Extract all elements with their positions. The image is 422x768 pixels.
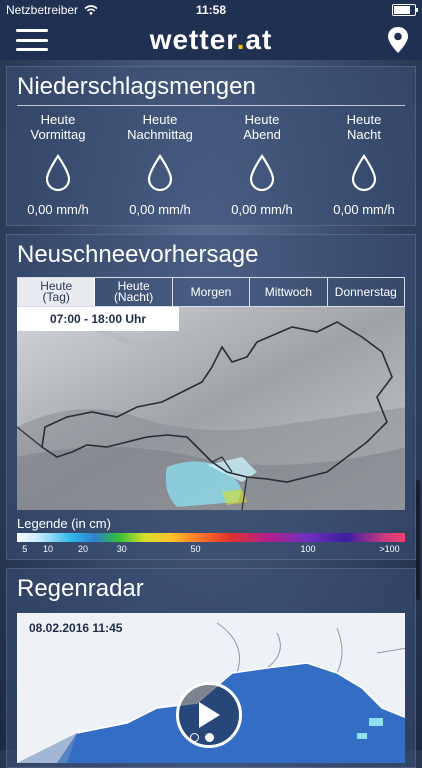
carrier-info: Netzbetreiber (6, 3, 98, 17)
precip-label-line1: Heute (40, 112, 76, 127)
page-indicator (190, 733, 214, 742)
scroll-indicator (416, 480, 420, 600)
precipitation-card: Niederschlagsmengen Heute Vormittag 0,00 … (6, 66, 416, 226)
page-dot-active[interactable] (205, 733, 214, 742)
legend-tick-label: 50 (190, 544, 201, 554)
tab-label: Morgen (190, 284, 232, 299)
raindrop-icon (351, 154, 377, 192)
precip-value: 0,00 mm/h (27, 202, 89, 217)
carrier-name: Netzbetreiber (6, 3, 79, 17)
rain-radar-title: Regenradar (17, 575, 144, 602)
precip-value: 0,00 mm/h (333, 202, 395, 217)
menu-icon-line (16, 29, 48, 32)
legend-tick-label: 10 (43, 544, 54, 554)
raindrop-icon (45, 154, 71, 192)
menu-icon-line (16, 38, 48, 42)
logo-tld: at (245, 24, 273, 55)
legend-tick-label: >100 (379, 544, 400, 554)
snow-day-tabs: Heute (Tag) Heute (Nacht) Morgen Mittwoch … (17, 277, 405, 307)
precip-label-line2: Abend (243, 127, 281, 142)
precip-item-afternoon: Heute Nachmittag 0,00 mm/h (113, 112, 208, 217)
wifi-icon (84, 5, 98, 15)
tab-wednesday[interactable]: Mittwoch (250, 278, 328, 306)
precip-label-line2: Nacht (347, 127, 381, 142)
logo-main: wetter (149, 24, 237, 55)
tab-thursday[interactable]: Donnerstag (328, 278, 404, 306)
snow-forecast-title: Neuschneevorhersage (17, 241, 259, 268)
legend-ticks: 5 10 20 30 50 100 >100 (17, 542, 405, 556)
radar-timestamp: 08.02.2016 11:45 (29, 621, 123, 635)
page-dot[interactable] (190, 733, 199, 742)
play-icon (199, 702, 220, 728)
raindrop-icon (249, 154, 275, 192)
snow-map[interactable]: 07:00 - 18:00 Uhr (17, 307, 405, 510)
precip-value: 0,00 mm/h (129, 202, 191, 217)
precip-label-line2: Nachmittag (127, 127, 193, 142)
tab-label: Donnerstag (334, 284, 397, 299)
menu-icon-line (16, 48, 48, 51)
precipitation-title: Niederschlagsmengen (17, 67, 405, 106)
raindrop-icon (147, 154, 173, 192)
precip-label-line1: Heute (346, 112, 382, 127)
precip-label-line2: Vormittag (30, 127, 86, 142)
app-header: wetter.at (0, 20, 422, 60)
austria-relief-map (17, 307, 405, 510)
battery-level (394, 6, 411, 14)
menu-button[interactable] (16, 26, 48, 54)
snow-legend-scale (17, 533, 405, 542)
tab-label-line2: (Tag) (42, 290, 70, 304)
tab-tomorrow[interactable]: Morgen (173, 278, 251, 306)
status-bar: Netzbetreiber 11:58 (0, 0, 422, 20)
snow-forecast-card: Neuschneevorhersage Heute (Tag) Heute (Nac… (6, 234, 416, 560)
precip-label-line1: Heute (142, 112, 178, 127)
snow-time-range: 07:00 - 18:00 Uhr (17, 307, 179, 331)
legend-title: Legende (in cm) (17, 516, 111, 531)
legend-tick-label: 100 (300, 544, 316, 554)
legend-tick-label: 5 (22, 544, 28, 554)
legend-tick-label: 30 (116, 544, 127, 554)
precipitation-row: Heute Vormittag 0,00 mm/h Heute Nachmittag… (7, 106, 415, 223)
battery-icon (392, 4, 418, 16)
legend-tick-label: 20 (77, 544, 88, 554)
precip-item-night: Heute Nacht 0,00 mm/h (317, 112, 412, 217)
tab-label: Mittwoch (264, 284, 313, 299)
precip-item-morning: Heute Vormittag 0,00 mm/h (11, 112, 106, 217)
tab-today-night[interactable]: Heute (Nacht) (95, 278, 173, 306)
app-logo: wetter.at (150, 24, 273, 56)
tab-label-line2: (Nacht) (113, 290, 154, 304)
tab-today-day[interactable]: Heute (Tag) (18, 278, 96, 306)
precip-item-evening: Heute Abend 0,00 mm/h (215, 112, 310, 217)
precip-value: 0,00 mm/h (231, 202, 293, 217)
location-pin-icon[interactable] (386, 26, 410, 54)
precip-label-line1: Heute (244, 112, 280, 127)
